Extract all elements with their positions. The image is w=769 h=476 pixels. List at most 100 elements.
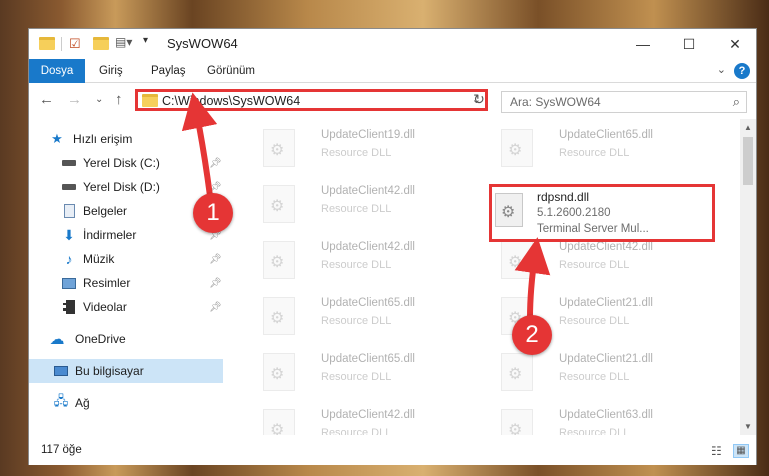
gear-icon: ⚙ (270, 142, 285, 159)
file-name: UpdateClient65.dll (321, 353, 415, 365)
sidebar-item-this-pc[interactable]: Bu bilgisayar (29, 359, 223, 383)
pin-icon[interactable]: 📌︎ (209, 158, 222, 169)
tiles-view-icon[interactable]: ▦ (733, 444, 749, 458)
file-type: Resource DLL (559, 427, 630, 435)
details-view-icon[interactable]: ☷ (711, 444, 722, 458)
file-type: Resource DLL (321, 147, 392, 159)
dll-file-icon: ⚙ (263, 297, 295, 335)
file-version: 5.1.2600.2180 (537, 207, 611, 219)
file-name: UpdateClient42.dll (321, 409, 415, 421)
scrollbar-thumb[interactable] (743, 137, 753, 185)
properties-icon[interactable]: ☑ (69, 36, 81, 52)
sidebar-item-label: Videolar (83, 300, 127, 314)
scroll-down-icon[interactable]: ▼ (740, 422, 756, 431)
address-row: ← → ⌄ ↑ C:\Windows\SysWOW64 ⌄ ↻ Ara: Sys… (29, 85, 756, 117)
dll-file-icon: ⚙ (501, 409, 533, 435)
dll-file-icon: ⚙ (263, 409, 295, 435)
file-type: Resource DLL (559, 147, 630, 159)
back-arrow-icon[interactable]: ← (39, 91, 54, 108)
file-name: rdpsnd.dll (537, 190, 590, 204)
music-icon: ♪ (65, 251, 73, 267)
address-path[interactable]: C:\Windows\SysWOW64 (162, 94, 300, 108)
dll-file-icon: ⚙ (263, 353, 295, 391)
file-list: ⚙ UpdateClient19.dll Resource DLL ⚙ Upda… (225, 119, 740, 435)
file-name: UpdateClient65.dll (321, 297, 415, 309)
sidebar-item-label: Yerel Disk (C:) (83, 156, 160, 170)
tab-view[interactable]: Görünüm (195, 59, 267, 83)
sidebar-item-videos[interactable]: Videolar 📌︎ (29, 295, 223, 319)
recent-locations-chevron-icon[interactable]: ⌄ (95, 94, 103, 105)
search-icon[interactable]: ⌕ (733, 94, 740, 110)
file-name: UpdateClient63.dll (559, 409, 653, 421)
scroll-up-icon[interactable]: ▲ (740, 123, 756, 132)
divider (61, 37, 62, 51)
pin-icon[interactable]: 📌︎ (209, 302, 222, 313)
sidebar-item-label: Müzik (83, 252, 115, 266)
quick-access-toolbar-icon[interactable]: ▤▾ (115, 35, 132, 49)
sidebar-item-onedrive[interactable]: ☁ OneDrive (29, 327, 223, 351)
dll-file-icon: ⚙ (263, 129, 295, 167)
tab-share[interactable]: Paylaş (139, 59, 198, 83)
pin-icon[interactable]: 📌︎ (209, 278, 222, 289)
file-type: Resource DLL (559, 259, 630, 271)
new-folder-icon[interactable] (93, 37, 109, 50)
file-item[interactable]: ⚙ UpdateClient21.dll Resource DLL (487, 349, 687, 399)
navigation-pane: ★ Hızlı erişim Yerel Disk (C:) 📌︎ Yerel … (29, 123, 225, 435)
file-type: Resource DLL (321, 315, 392, 327)
gear-icon: ⚙ (508, 366, 523, 383)
gear-icon: ⚙ (508, 142, 523, 159)
sidebar-item-local-disk-c[interactable]: Yerel Disk (C:) 📌︎ (29, 151, 223, 175)
download-icon: ⬇ (63, 226, 75, 243)
sidebar-item-pictures[interactable]: Resimler 📌︎ (29, 271, 223, 295)
file-item[interactable]: ⚙ UpdateClient42.dll Resource DLL (249, 181, 449, 231)
maximize-button[interactable]: ☐ (666, 29, 712, 59)
pin-icon[interactable]: 📌︎ (209, 254, 222, 265)
close-button[interactable]: ✕ (712, 29, 758, 59)
help-icon[interactable]: ? (734, 63, 750, 79)
file-name: UpdateClient65.dll (559, 129, 653, 141)
forward-arrow-icon[interactable]: → (67, 91, 82, 108)
explorer-window: ☑ ▤▾ ▾ SysWOW64 — ☐ ✕ Dosya Giriş Paylaş… (28, 28, 757, 465)
sidebar-item-downloads[interactable]: ⬇ İndirmeler 📌︎ (29, 223, 223, 247)
window-title: SysWOW64 (167, 36, 238, 51)
file-item[interactable]: ⚙ UpdateClient65.dll Resource DLL (249, 293, 449, 343)
sidebar-item-network[interactable]: 🖧︎ Ağ (29, 391, 223, 415)
computer-icon (53, 363, 69, 379)
folder-icon (142, 94, 158, 107)
highlighted-file-item[interactable]: ⚙ rdpsnd.dll 5.1.2600.2180 Terminal Serv… (489, 184, 715, 242)
sidebar-item-quick-access[interactable]: ★ Hızlı erişim (29, 127, 223, 151)
item-count: 117 öğe (41, 444, 82, 456)
vertical-scrollbar[interactable]: ▲ ▼ (740, 119, 756, 435)
gear-icon: ⚙ (270, 254, 285, 271)
up-arrow-icon[interactable]: ↑ (115, 91, 123, 108)
file-item[interactable]: ⚙ UpdateClient65.dll Resource DLL (487, 125, 687, 175)
search-input[interactable]: Ara: SysWOW64 ⌕ (501, 91, 747, 113)
expand-ribbon-icon[interactable]: ⌄ (717, 63, 726, 76)
file-name: UpdateClient21.dll (559, 297, 653, 309)
gear-icon: ⚙ (508, 254, 523, 271)
pictures-icon (61, 275, 77, 291)
dll-file-icon: ⚙ (501, 241, 533, 279)
sidebar-item-local-disk-d[interactable]: Yerel Disk (D:) 📌︎ (29, 175, 223, 199)
sidebar-item-music[interactable]: ♪ Müzik 📌︎ (29, 247, 223, 271)
file-item[interactable]: ⚙ UpdateClient19.dll Resource DLL (249, 125, 449, 175)
address-bar[interactable]: C:\Windows\SysWOW64 ⌄ (135, 89, 488, 111)
refresh-icon[interactable]: ↻ (469, 91, 489, 111)
file-item[interactable]: ⚙ UpdateClient63.dll Resource DLL (487, 405, 687, 435)
tab-file[interactable]: Dosya (29, 59, 85, 83)
pin-icon[interactable]: 📌︎ (209, 182, 222, 193)
minimize-button[interactable]: — (620, 29, 666, 59)
documents-icon (61, 203, 77, 219)
file-item[interactable]: ⚙ UpdateClient42.dll Resource DLL (249, 405, 449, 435)
file-name: UpdateClient42.dll (321, 241, 415, 253)
customize-toolbar-icon[interactable]: ▾ (143, 35, 148, 46)
gear-icon: ⚙ (270, 310, 285, 327)
file-item[interactable]: ⚙ UpdateClient42.dll Resource DLL (249, 237, 449, 287)
tab-home[interactable]: Giriş (87, 59, 135, 83)
dll-file-icon: ⚙ (501, 129, 533, 167)
gear-icon: ⚙ (270, 422, 285, 435)
file-type: Resource DLL (321, 259, 392, 271)
file-item[interactable]: ⚙ UpdateClient42.dll Resource DLL (487, 237, 687, 287)
sidebar-item-label: Ağ (75, 396, 90, 410)
file-item[interactable]: ⚙ UpdateClient65.dll Resource DLL (249, 349, 449, 399)
